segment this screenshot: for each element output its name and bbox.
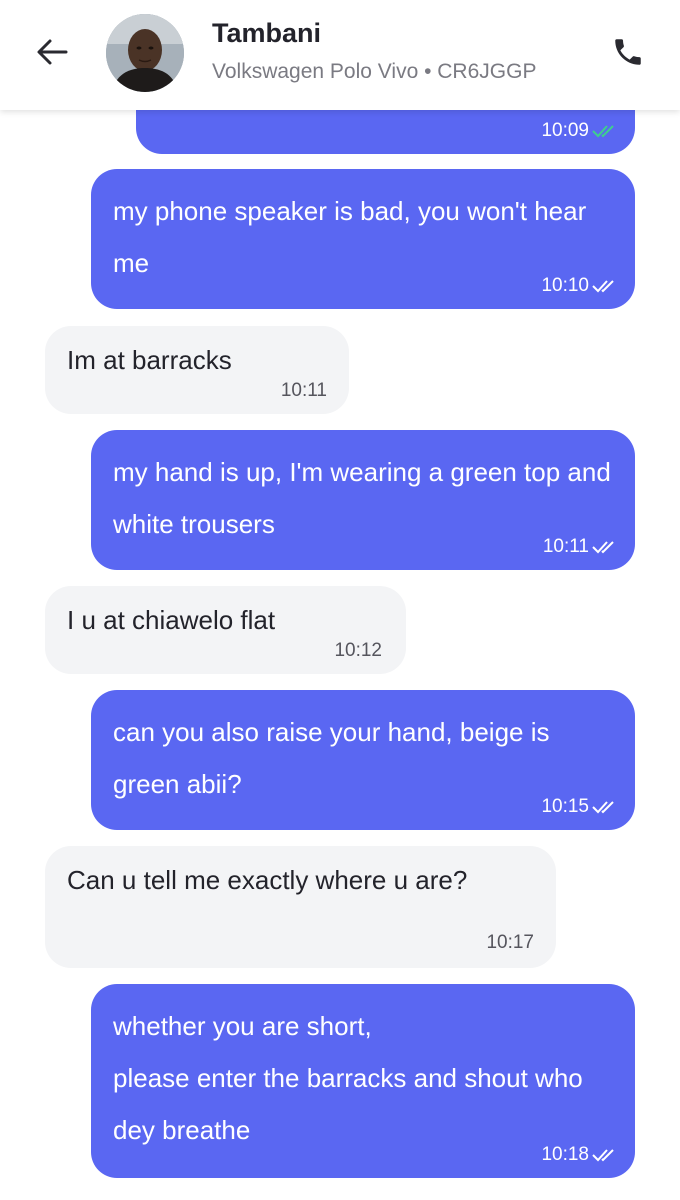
vehicle-info: Volkswagen Polo Vivo • CR6JGGP [212,60,537,83]
avatar[interactable] [106,14,184,92]
arrow-left-icon [37,39,68,65]
contact-name: Tambani [212,18,322,48]
message-text: Can u tell me exactly where u are? [67,865,468,895]
message-bubble-outgoing[interactable]: can you also raise your hand, beige is g… [91,690,635,830]
message-text: can you also raise your hand, beige is g… [113,717,550,799]
message-bubble-incoming[interactable]: I u at chiawelo flat 10:12 [45,586,406,674]
message-time: 10:11 [280,380,327,401]
double-check-icon [592,280,614,293]
back-button[interactable] [28,28,76,76]
chat-header: Tambani Volkswagen Polo Vivo • CR6JGGP [0,0,680,110]
message-bubble-outgoing[interactable]: my phone speaker is bad, you won't hear … [91,169,635,309]
message-text: my phone speaker is bad, you won't hear … [113,196,587,278]
message-bubble-incoming[interactable]: Can u tell me exactly where u are? 10:17 [45,846,556,968]
double-check-icon [592,1149,614,1162]
message-text: I u at chiawelo flat [67,605,276,635]
message-time: 10:15 [541,796,619,818]
message-text: Im at barracks [67,345,232,375]
message-time: 10:09 [541,120,619,142]
message-bubble-outgoing[interactable]: whether you are short, please enter the … [91,984,635,1178]
message-time: 10:10 [541,275,619,297]
message-text: my hand is up, I'm wearing a green top a… [113,457,611,539]
message-time: 10:17 [486,932,534,953]
double-check-icon [592,541,614,554]
message-text: whether you are short, please enter the … [113,1011,583,1145]
message-bubble-outgoing[interactable]: my hand is up, I'm wearing a green top a… [91,430,635,570]
message-time: 10:12 [334,640,382,661]
message-time: 10:18 [541,1144,619,1166]
message-bubble-incoming[interactable]: Im at barracks 10:11 [45,326,349,414]
call-button[interactable] [606,30,650,74]
double-check-icon [592,125,614,138]
phone-icon [615,39,641,65]
message-time: 10:11 [543,536,619,558]
double-check-icon [592,801,614,814]
